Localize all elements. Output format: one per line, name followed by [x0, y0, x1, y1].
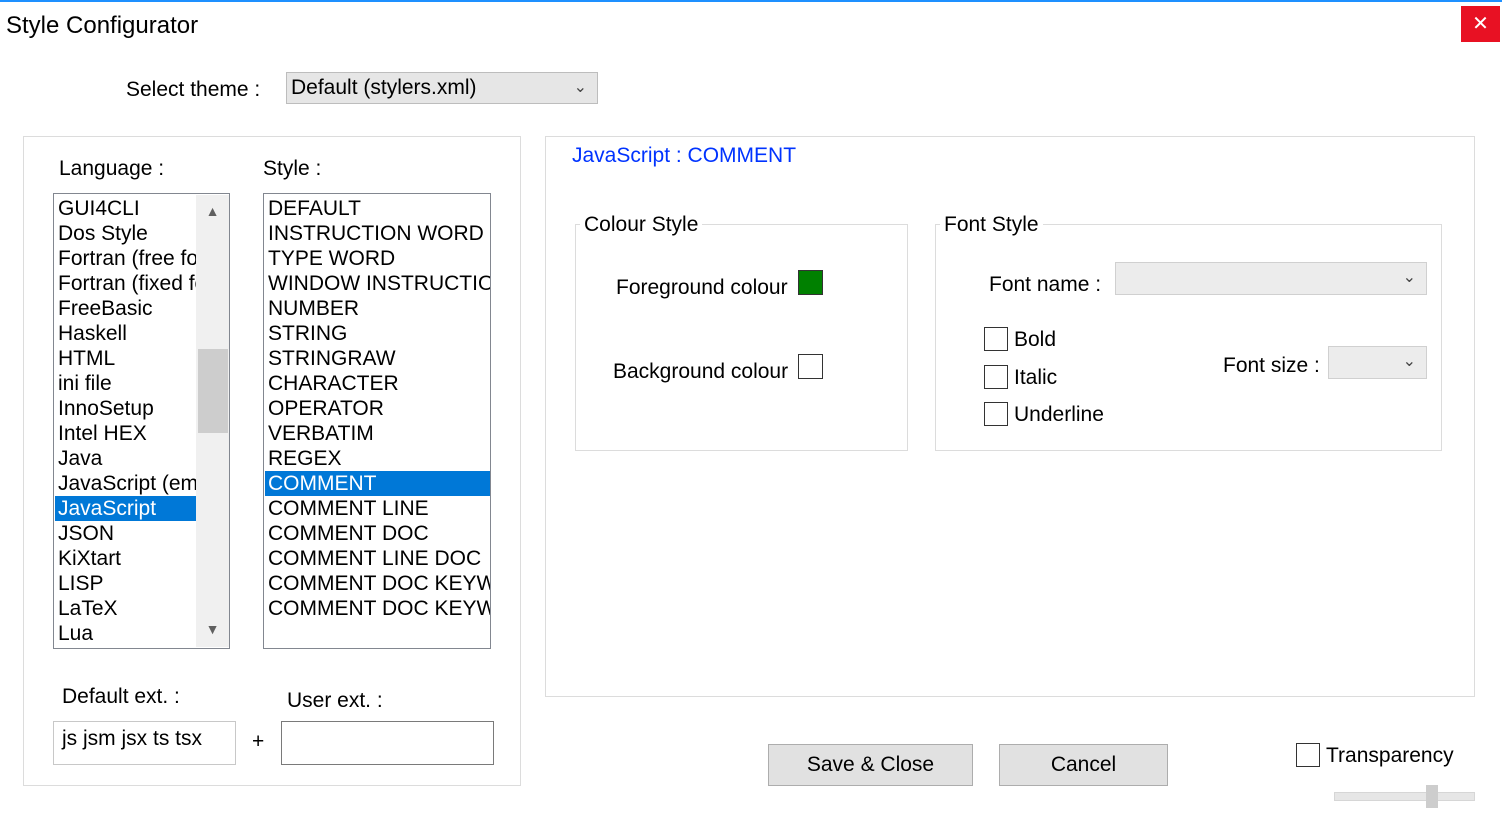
foreground-colour-swatch[interactable] [798, 270, 823, 295]
ext-plus-sign: + [252, 730, 265, 753]
transparency-slider-thumb[interactable] [1426, 785, 1438, 808]
language-item[interactable]: Dos Style [55, 221, 196, 246]
font-style-title: Font Style [940, 213, 1043, 237]
italic-label: Italic [1014, 366, 1058, 389]
language-item[interactable]: JSON [55, 521, 196, 546]
font-name-label: Font name : [989, 273, 1102, 296]
transparency-slider[interactable] [1334, 792, 1475, 801]
style-item[interactable]: COMMENT DOC KEYWORD ERROR [265, 596, 490, 621]
theme-select[interactable]: Default (stylers.xml) ⌄ [286, 72, 598, 104]
language-label: Language : [59, 157, 165, 180]
underline-label: Underline [1014, 403, 1104, 426]
style-item[interactable]: TYPE WORD [265, 246, 490, 271]
close-icon: ✕ [1472, 13, 1489, 35]
scroll-thumb[interactable] [198, 349, 228, 433]
style-label: Style : [263, 157, 322, 180]
language-listbox[interactable]: GUI4CLI Dos Style Fortran (free form) Fo… [53, 193, 230, 649]
language-item[interactable]: FreeBasic [55, 296, 196, 321]
language-list-items: GUI4CLI Dos Style Fortran (free form) Fo… [55, 196, 196, 646]
style-item[interactable]: DEFAULT [265, 196, 490, 221]
language-item[interactable]: Java [55, 446, 196, 471]
style-item[interactable]: STRINGRAW [265, 346, 490, 371]
language-item[interactable]: Haskell [55, 321, 196, 346]
style-item[interactable]: NUMBER [265, 296, 490, 321]
language-item[interactable]: Intel HEX [55, 421, 196, 446]
language-item[interactable]: LISP [55, 571, 196, 596]
underline-checkbox[interactable] [984, 402, 1008, 426]
foreground-colour-label: Foreground colour [616, 276, 788, 299]
style-item[interactable]: CHARACTER [265, 371, 490, 396]
chevron-down-icon: ⌄ [573, 79, 587, 96]
scroll-down-icon[interactable]: ▼ [196, 621, 229, 637]
select-theme-label: Select theme : [126, 78, 261, 101]
bold-label: Bold [1014, 328, 1057, 351]
background-colour-label: Background colour [613, 360, 789, 383]
italic-checkbox[interactable] [984, 365, 1008, 389]
background-colour-swatch[interactable] [798, 354, 823, 379]
theme-select-value: Default (stylers.xml) [291, 76, 477, 99]
colour-style-group [575, 224, 908, 451]
style-listbox[interactable]: DEFAULT INSTRUCTION WORD TYPE WORD WINDO… [263, 193, 491, 649]
user-ext-label: User ext. : [287, 689, 383, 712]
language-item[interactable]: Lua [55, 621, 196, 646]
font-size-select[interactable]: ⌄ [1328, 346, 1427, 379]
default-ext-field: js jsm jsx ts tsx [53, 721, 236, 765]
save-close-button[interactable]: Save & Close [768, 744, 973, 786]
language-item[interactable]: Fortran (free form) [55, 246, 196, 271]
style-item[interactable]: COMMENT LINE DOC [265, 546, 490, 571]
user-ext-input[interactable] [281, 721, 494, 765]
window-top-border [0, 0, 1502, 2]
style-list-items: DEFAULT INSTRUCTION WORD TYPE WORD WINDO… [265, 196, 490, 646]
cancel-button[interactable]: Cancel [999, 744, 1168, 786]
style-item[interactable]: INSTRUCTION WORD [265, 221, 490, 246]
style-detail-title: JavaScript : COMMENT [572, 144, 797, 167]
language-item[interactable]: LaTeX [55, 596, 196, 621]
close-button[interactable]: ✕ [1461, 6, 1500, 42]
font-size-label: Font size : [1223, 354, 1320, 377]
language-item[interactable]: Fortran (fixed form) [55, 271, 196, 296]
language-item[interactable]: JavaScript (embedded) [55, 471, 196, 496]
style-item[interactable]: COMMENT LINE [265, 496, 490, 521]
style-item[interactable]: COMMENT DOC [265, 521, 490, 546]
style-item-selected[interactable]: COMMENT [265, 471, 490, 496]
scroll-up-icon[interactable]: ▲ [196, 203, 229, 219]
style-item[interactable]: VERBATIM [265, 421, 490, 446]
style-item[interactable]: COMMENT DOC KEYWORD [265, 571, 490, 596]
window-title: Style Configurator [6, 12, 199, 39]
language-item[interactable]: HTML [55, 346, 196, 371]
language-item-selected[interactable]: JavaScript [55, 496, 196, 521]
bold-checkbox[interactable] [984, 327, 1008, 351]
default-ext-label: Default ext. : [62, 685, 180, 708]
style-item[interactable]: WINDOW INSTRUCTION [265, 271, 490, 296]
language-item[interactable]: ini file [55, 371, 196, 396]
transparency-label: Transparency [1326, 744, 1454, 767]
font-style-group [935, 224, 1442, 451]
style-item[interactable]: STRING [265, 321, 490, 346]
language-item[interactable]: InnoSetup [55, 396, 196, 421]
style-item[interactable]: OPERATOR [265, 396, 490, 421]
language-item[interactable]: GUI4CLI [55, 196, 196, 221]
font-name-select[interactable]: ⌄ [1115, 262, 1427, 295]
language-item[interactable]: KiXtart [55, 546, 196, 571]
language-scrollbar[interactable]: ▲ ▼ [196, 195, 229, 647]
chevron-down-icon: ⌄ [1402, 353, 1416, 370]
colour-style-title: Colour Style [580, 213, 703, 237]
transparency-checkbox[interactable] [1296, 743, 1320, 767]
style-item[interactable]: REGEX [265, 446, 490, 471]
chevron-down-icon: ⌄ [1402, 269, 1416, 286]
